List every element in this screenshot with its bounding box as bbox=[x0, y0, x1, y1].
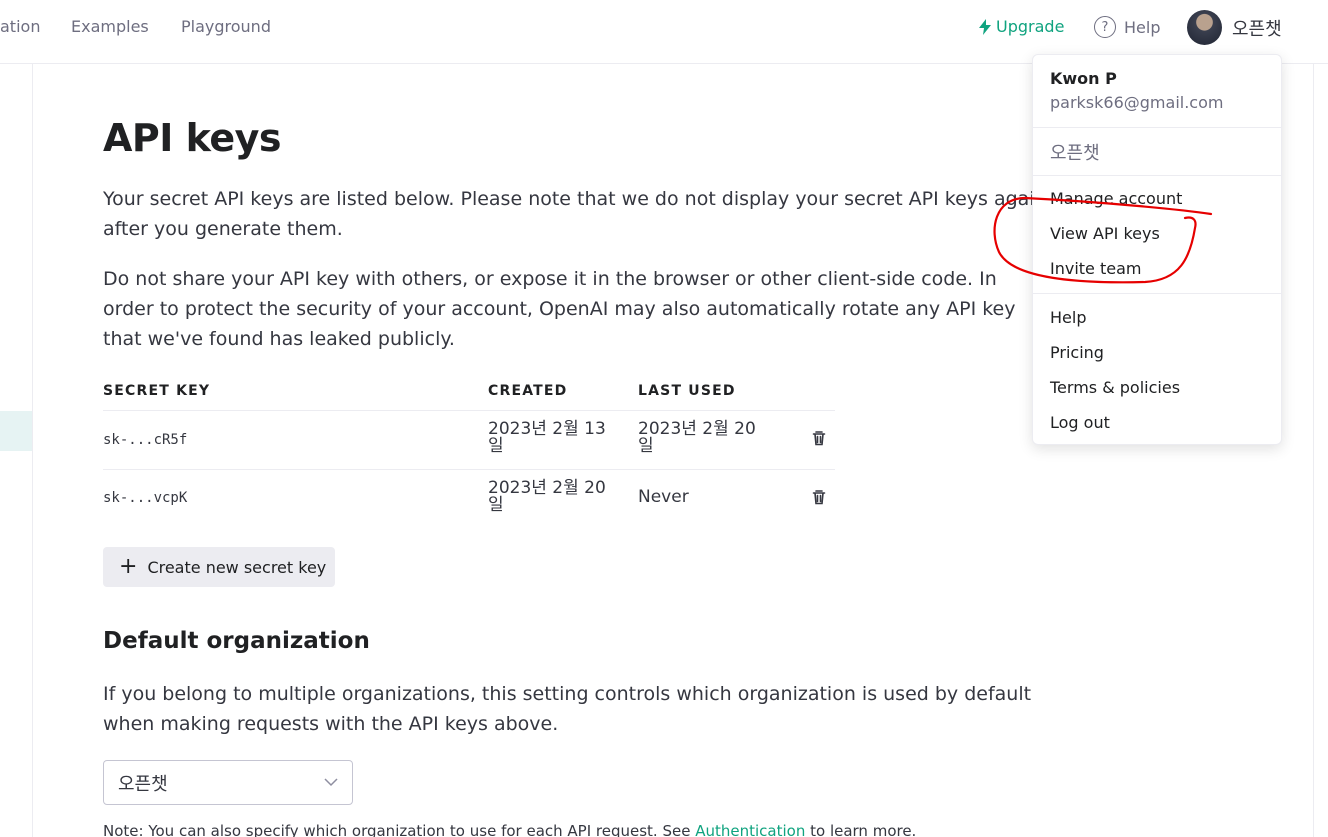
organization-select[interactable]: 오픈챗 bbox=[103, 760, 353, 805]
account-menu: Kwon P parksk66@gmail.com 오픈챗 Manage acc… bbox=[1032, 54, 1282, 445]
upgrade-label: Upgrade bbox=[996, 17, 1065, 36]
column-header-secret-key: SECRET KEY bbox=[103, 383, 211, 399]
organization-select-value: 오픈챗 bbox=[118, 773, 168, 795]
menu-divider bbox=[1033, 127, 1281, 128]
create-secret-key-button[interactable]: + Create new secret key bbox=[103, 547, 335, 587]
menu-item-terms-policies[interactable]: Terms & policies bbox=[1050, 378, 1180, 397]
menu-item-log-out[interactable]: Log out bbox=[1050, 413, 1110, 432]
upgrade-button[interactable]: Upgrade bbox=[978, 17, 1064, 36]
org-switcher[interactable]: 오픈챗 bbox=[1232, 15, 1282, 41]
menu-divider bbox=[1033, 293, 1281, 294]
sidebar-item-active[interactable] bbox=[0, 411, 32, 451]
menu-item-help[interactable]: Help bbox=[1050, 308, 1086, 327]
menu-item-view-api-keys[interactable]: View API keys bbox=[1050, 224, 1160, 243]
column-header-last-used: LAST USED bbox=[638, 383, 736, 399]
menu-divider bbox=[1033, 175, 1281, 176]
note-text: Note: You can also specify which organiz… bbox=[103, 822, 696, 837]
help-label: Help bbox=[1124, 17, 1161, 37]
nav-link-examples[interactable]: Examples bbox=[71, 17, 149, 36]
menu-item-invite-team[interactable]: Invite team bbox=[1050, 259, 1141, 278]
page-title: API keys bbox=[103, 116, 282, 160]
column-header-created: CREATED bbox=[488, 383, 568, 399]
trash-icon[interactable] bbox=[811, 489, 827, 505]
account-email: parksk66@gmail.com bbox=[1050, 93, 1224, 112]
nav-link-playground[interactable]: Playground bbox=[181, 17, 271, 36]
default-organization-description: If you belong to multiple organizations,… bbox=[103, 683, 1032, 735]
created-cell: 2023년 2월 20일 bbox=[488, 478, 606, 515]
last-used-cell: Never bbox=[638, 487, 689, 507]
authentication-link[interactable]: Authentication bbox=[695, 822, 805, 837]
secret-key-cell: sk-...vcpK bbox=[103, 490, 188, 506]
created-cell: 2023년 2월 13일 bbox=[488, 419, 606, 456]
menu-item-pricing[interactable]: Pricing bbox=[1050, 343, 1104, 362]
security-paragraph: Do not share your API key with others, o… bbox=[103, 268, 1016, 350]
create-secret-key-label: Create new secret key bbox=[147, 557, 327, 577]
organization-note: Note: You can also specify which organiz… bbox=[103, 822, 916, 837]
intro-paragraph: Your secret API keys are listed below. P… bbox=[103, 188, 1047, 240]
help-button[interactable]: ? Help bbox=[1094, 16, 1160, 38]
table-divider bbox=[103, 469, 835, 470]
menu-item-manage-account[interactable]: Manage account bbox=[1050, 189, 1182, 208]
secret-key-cell: sk-...cR5f bbox=[103, 432, 188, 448]
chevron-down-icon bbox=[324, 778, 338, 787]
plus-icon: + bbox=[119, 554, 138, 579]
menu-organization[interactable]: 오픈챗 bbox=[1050, 139, 1100, 165]
default-organization-heading: Default organization bbox=[103, 628, 370, 654]
last-used-cell: 2023년 2월 20일 bbox=[638, 419, 756, 456]
lightning-icon bbox=[979, 18, 991, 35]
nav-link-documentation[interactable]: ation bbox=[0, 17, 40, 36]
avatar[interactable] bbox=[1187, 10, 1222, 45]
question-circle-icon: ? bbox=[1094, 16, 1116, 38]
content-border bbox=[1313, 64, 1314, 837]
note-text-suffix: to learn more. bbox=[805, 822, 917, 837]
account-name: Kwon P bbox=[1050, 69, 1117, 88]
table-divider bbox=[103, 410, 835, 411]
trash-icon[interactable] bbox=[811, 430, 827, 446]
